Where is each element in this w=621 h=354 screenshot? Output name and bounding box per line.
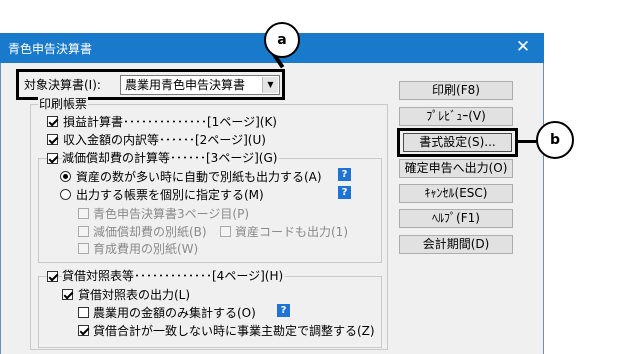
growing-cost-label: 育成費用の別紙(W)	[93, 242, 199, 256]
help-icon[interactable]: ?	[277, 304, 290, 317]
target-label: 対象決算書(I):	[24, 78, 101, 92]
print-button[interactable]: 印刷(F8)	[399, 81, 513, 100]
depreciation-checkbox[interactable]	[47, 153, 58, 164]
callout-b: b	[536, 121, 574, 159]
fiscal-period-button[interactable]: 会計期間(D)	[399, 235, 513, 254]
depreciation-separate-checkbox[interactable]	[78, 226, 89, 237]
help-icon[interactable]: ?	[338, 186, 351, 199]
depreciation-separate-label: 減価償却費の別紙(B)	[93, 225, 207, 239]
target-select-value: 農業用青色申告決算書	[125, 78, 246, 92]
mismatch-adjust-label: 貸借合計が一致しない時に事業主勘定で調整する(Z)	[93, 324, 375, 338]
blue-page3-label: 青色申告決算書3ページ目(P)	[93, 207, 249, 221]
callout-b-pointer	[516, 140, 538, 143]
revenue-breakdown-label: 収入金額の内訳等･･････[2ページ](U)	[63, 133, 266, 147]
bs-output-checkbox[interactable]	[62, 289, 73, 300]
agri-only-checkbox[interactable]	[78, 307, 89, 318]
preview-button[interactable]: ﾌﾟﾚﾋﾞｭｰ(V)	[399, 107, 513, 126]
format-settings-button[interactable]: 書式設定(S)...	[403, 133, 512, 152]
target-select[interactable]: 農業用青色申告決算書 ▼	[120, 75, 280, 95]
window-title: 青色申告決算書	[8, 42, 93, 56]
print-group-label: 印刷帳票	[38, 97, 89, 111]
callout-a: a	[264, 22, 300, 58]
mismatch-adjust-checkbox[interactable]	[78, 325, 89, 336]
auto-separate-label: 資産の数が多い時に自動で別紙も出力する(A)	[76, 170, 322, 184]
manual-select-label: 出力する帳票を個別に指定する(M)	[76, 188, 264, 202]
cancel-button[interactable]: ｷｬﾝｾﾙ(ESC)	[399, 184, 513, 203]
close-icon[interactable]: ✕	[514, 38, 532, 56]
blue-page3-checkbox[interactable]	[78, 208, 89, 219]
income-statement-checkbox[interactable]	[47, 116, 58, 127]
asset-code-checkbox[interactable]	[220, 226, 231, 237]
growing-cost-checkbox[interactable]	[78, 243, 89, 254]
asset-code-label: 資産コードも出力(1)	[235, 225, 348, 239]
depreciation-label: 減価償却費の計算等･･････[3ページ](G)	[62, 151, 280, 165]
income-statement-label: 損益計算書･･････････････[1ページ](K)	[63, 115, 277, 129]
revenue-breakdown-checkbox[interactable]	[47, 134, 58, 145]
agri-only-label: 農業用の金額のみ集計する(O)	[93, 306, 256, 320]
balance-sheet-checkbox[interactable]	[47, 271, 58, 282]
bs-output-label: 貸借対照表の出力(L)	[78, 288, 191, 302]
help-icon[interactable]: ?	[338, 168, 351, 181]
help-button[interactable]: ﾍﾙﾌﾟ(F1)	[399, 209, 513, 228]
auto-separate-radio[interactable]	[60, 171, 71, 182]
manual-select-radio[interactable]	[60, 189, 71, 200]
output-to-return-button[interactable]: 確定申告へ出力(O)	[399, 159, 513, 178]
chevron-down-icon: ▼	[262, 77, 278, 93]
balance-sheet-label: 貸借対照表等･････････････[4ページ](H)	[62, 269, 286, 283]
